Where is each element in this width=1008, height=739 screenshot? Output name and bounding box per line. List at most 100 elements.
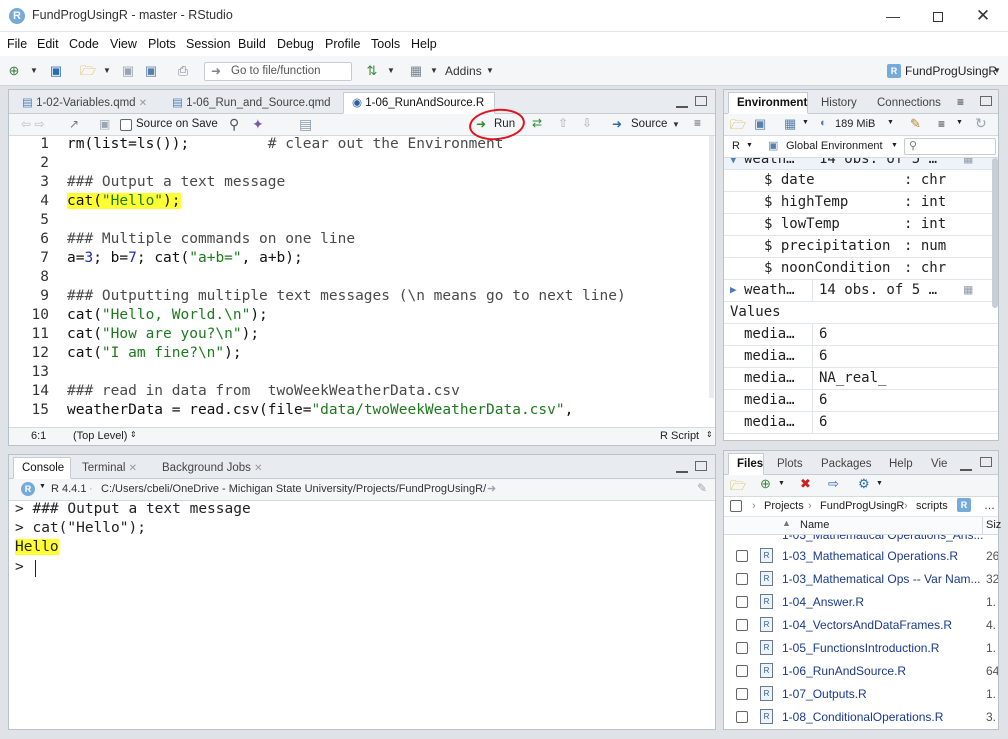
scope-selector[interactable]: (Top Level) bbox=[73, 430, 127, 442]
minimize-pane-icon[interactable] bbox=[676, 463, 688, 473]
menu-debug[interactable]: Debug bbox=[277, 37, 314, 51]
chevron-down-icon[interactable]: ▼ bbox=[887, 119, 894, 126]
tab-1-06-run-and-source-qmd[interactable]: ▤ 1-06_Run_and_Source.qmd ✕ bbox=[163, 92, 341, 129]
file-name-link[interactable]: 1-06_RunAndSource.R bbox=[782, 664, 906, 678]
env-dataframe-row[interactable]: ▶ weath… 14 obs. of 5 … ▦ bbox=[724, 280, 998, 302]
chevron-down-icon[interactable]: ▼ bbox=[672, 120, 680, 129]
environment-search-input[interactable] bbox=[904, 138, 996, 155]
tab-1-02-variables[interactable]: ▤ 1-02-Variables.qmd ✕ bbox=[13, 92, 161, 114]
maximize-pane-icon[interactable] bbox=[695, 96, 707, 106]
breadcrumb-fundprogusingr[interactable]: FundProgUsingR bbox=[820, 500, 904, 512]
breadcrumb-projects[interactable]: Projects bbox=[764, 500, 804, 512]
minimize-pane-icon[interactable] bbox=[676, 98, 688, 108]
maximize-pane-icon[interactable] bbox=[980, 96, 992, 106]
rename-icon[interactable]: ⇨ bbox=[828, 476, 839, 492]
file-name-link[interactable]: 1-05_FunctionsIntroduction.R bbox=[782, 641, 939, 655]
tab-viewer[interactable]: Vie bbox=[922, 453, 950, 475]
file-name-link[interactable]: 1-08_ConditionalOperations.R bbox=[782, 710, 943, 724]
re-run-icon[interactable]: ⇄ bbox=[532, 116, 542, 130]
env-value-row[interactable]: media… 6 bbox=[724, 346, 998, 368]
menu-file[interactable]: File bbox=[7, 37, 27, 51]
editor-scrollbar[interactable] bbox=[709, 136, 714, 398]
env-value-row[interactable]: media… 6 bbox=[724, 412, 998, 434]
close-tab-icon[interactable]: ✕ bbox=[129, 463, 137, 474]
menu-code[interactable]: Code bbox=[69, 37, 99, 51]
tab-connections[interactable]: Connections bbox=[868, 92, 948, 114]
menu-edit[interactable]: Edit bbox=[37, 37, 59, 51]
tab-files[interactable]: Files bbox=[728, 453, 764, 475]
list-item[interactable]: R 1-04_VectorsAndDataFrames.R 4. bbox=[724, 614, 998, 637]
new-blank-file-icon[interactable]: ⊕ bbox=[760, 476, 771, 492]
menu-build[interactable]: Build bbox=[238, 37, 266, 51]
chevron-down-icon[interactable]: ▼ bbox=[486, 66, 494, 75]
file-checkbox[interactable] bbox=[736, 619, 748, 631]
tab-help[interactable]: Help bbox=[880, 453, 918, 475]
magic-wand-icon[interactable]: ✦ bbox=[252, 116, 264, 133]
maximize-pane-icon[interactable] bbox=[695, 461, 707, 471]
environment-scope-selector[interactable]: Global Environment bbox=[786, 140, 883, 152]
expand-icon[interactable]: ▼ bbox=[730, 158, 737, 166]
import-dataset-icon[interactable]: ▦ bbox=[784, 116, 796, 132]
document-outline-icon[interactable]: ≡ bbox=[694, 116, 701, 130]
view-table-icon[interactable]: ▦ bbox=[964, 282, 972, 298]
compile-report-icon[interactable]: ▤ bbox=[299, 116, 312, 133]
breadcrumb-scripts[interactable]: scripts bbox=[916, 500, 948, 512]
file-name-link[interactable]: 1-04_Answer.R bbox=[782, 595, 864, 609]
list-item[interactable]: R 1-07_Outputs.R 1. bbox=[724, 683, 998, 706]
git-icon[interactable]: ⇅ bbox=[364, 63, 380, 79]
list-view-icon[interactable]: ≡ bbox=[938, 117, 945, 131]
print-icon[interactable]: ⎙ bbox=[175, 63, 191, 79]
new-folder-icon[interactable]: 🗁 bbox=[730, 477, 746, 499]
menu-help[interactable]: Help bbox=[411, 37, 437, 51]
console-output[interactable]: > ### Output a text message > cat("Hello… bbox=[15, 501, 705, 726]
tab-plots[interactable]: Plots bbox=[768, 453, 808, 475]
environment-scrollbar[interactable] bbox=[992, 158, 998, 308]
maximize-button[interactable] bbox=[915, 0, 961, 32]
search-icon[interactable]: ⚲ bbox=[229, 116, 239, 133]
tab-background-jobs[interactable]: Background Jobs ✕ bbox=[153, 457, 277, 479]
save-all-icon[interactable]: ▣ bbox=[143, 63, 159, 79]
broom-icon[interactable]: ✎ bbox=[910, 116, 921, 132]
env-value-row[interactable]: media… 6 bbox=[724, 390, 998, 412]
new-file-icon[interactable]: ⊕ bbox=[6, 63, 22, 79]
file-checkbox[interactable] bbox=[736, 642, 748, 654]
list-item[interactable]: R 1-06_RunAndSource.R 64 bbox=[724, 660, 998, 683]
tab-console[interactable]: Console bbox=[13, 457, 71, 479]
goto-file-input[interactable]: ➜ Go to file/function bbox=[204, 62, 352, 81]
menu-tools[interactable]: Tools bbox=[371, 37, 400, 51]
file-name-link[interactable]: 1-04_VectorsAndDataFrames.R bbox=[782, 618, 952, 632]
close-tab-icon[interactable]: ✕ bbox=[139, 98, 147, 109]
list-item[interactable]: R 1-03_Mathematical Operations.R 26 bbox=[724, 545, 998, 568]
file-name-link[interactable]: 1-07_Outputs.R bbox=[782, 687, 867, 701]
minimize-button[interactable]: — bbox=[870, 0, 916, 32]
source-on-save-checkbox[interactable] bbox=[120, 119, 132, 131]
list-item[interactable]: R 1-05_FunctionsIntroduction.R 1. bbox=[724, 637, 998, 660]
file-checkbox[interactable] bbox=[736, 688, 748, 700]
refresh-icon[interactable]: ↻ bbox=[975, 115, 987, 132]
env-value-row[interactable]: media… NA_real_ bbox=[724, 368, 998, 390]
delete-icon[interactable]: ✖ bbox=[800, 476, 811, 492]
column-size[interactable]: Siz bbox=[986, 519, 1001, 531]
column-name[interactable]: Name bbox=[800, 519, 829, 531]
menu-view[interactable]: View bbox=[110, 37, 137, 51]
minimize-pane-icon[interactable] bbox=[960, 461, 972, 471]
chevron-down-icon[interactable]: ▼ bbox=[99, 63, 115, 79]
file-checkbox[interactable] bbox=[736, 711, 748, 723]
chevron-down-icon[interactable]: ▼ bbox=[993, 66, 1001, 75]
list-item[interactable]: R 1-08_ConditionalOperations.R 3. bbox=[724, 706, 998, 729]
gear-icon[interactable]: ⚙ bbox=[858, 476, 870, 492]
chevron-down-icon[interactable]: ▼ bbox=[876, 480, 883, 487]
clear-console-icon[interactable]: ✎ bbox=[697, 481, 707, 495]
language-selector[interactable]: R bbox=[732, 140, 740, 152]
code-area[interactable]: 1 2 3 4 5 6 7 8 9 10 11 12 13 14 15 rm(l… bbox=[9, 136, 715, 417]
chevron-down-icon[interactable]: ▼ bbox=[802, 119, 809, 126]
tab-environment[interactable]: Environment bbox=[728, 92, 808, 114]
source-button[interactable]: Source bbox=[631, 118, 667, 130]
file-checkbox[interactable] bbox=[736, 550, 748, 562]
chevron-down-icon[interactable]: ▼ bbox=[26, 63, 42, 79]
go-down-icon[interactable]: ⇩ bbox=[582, 116, 592, 130]
close-window-button[interactable]: ✕ bbox=[960, 0, 1006, 32]
menu-session[interactable]: Session bbox=[186, 37, 230, 51]
maximize-pane-icon[interactable] bbox=[980, 457, 992, 467]
chevron-down-icon[interactable]: ▼ bbox=[956, 119, 963, 126]
